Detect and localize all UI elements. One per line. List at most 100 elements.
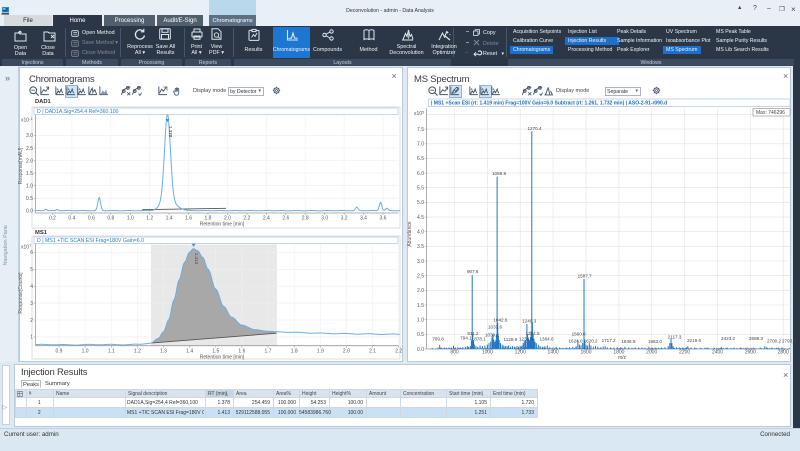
- svg-text:1244.5: 1244.5: [525, 331, 539, 336]
- svg-text:1.0: 1.0: [127, 216, 134, 222]
- svg-text:1624.0: 1624.0: [568, 338, 582, 343]
- svg-text:1200: 1200: [515, 350, 526, 356]
- svg-text:2.6: 2.6: [282, 216, 289, 222]
- svg-text:7.0: 7.0: [417, 142, 424, 148]
- svg-text:2.0: 2.0: [26, 158, 33, 164]
- svg-text:5.0: 5.0: [417, 200, 424, 206]
- svg-text:2200: 2200: [679, 350, 690, 356]
- svg-text:2.8: 2.8: [302, 216, 309, 222]
- svg-text:1.4: 1.4: [186, 349, 193, 355]
- svg-text:1.4: 1.4: [166, 216, 173, 222]
- svg-text:| MS1 +Scan ESI (rt: 1.419 min: | MS1 +Scan ESI (rt: 1.419 min) Frag=100…: [431, 101, 667, 107]
- svg-text:1.2: 1.2: [146, 216, 153, 222]
- svg-text:3.5: 3.5: [417, 244, 424, 250]
- svg-text:2.5: 2.5: [417, 274, 424, 280]
- svg-text:Response[Counts]: Response[Counts]: [18, 272, 24, 314]
- svg-text:1.7: 1.7: [265, 349, 272, 355]
- svg-text:1.413: 1.413: [194, 253, 199, 265]
- svg-text:0.0: 0.0: [26, 209, 33, 215]
- svg-text:2.2: 2.2: [395, 349, 402, 355]
- svg-text:Retention time [min]: Retention time [min]: [200, 355, 245, 361]
- svg-text:3.0: 3.0: [321, 216, 328, 222]
- svg-text:2.4: 2.4: [263, 216, 270, 222]
- svg-text:2793.4: 2793.4: [782, 339, 796, 344]
- svg-text:0.4: 0.4: [68, 216, 75, 222]
- svg-text:3.6: 3.6: [380, 216, 387, 222]
- svg-text:2400: 2400: [712, 350, 723, 356]
- svg-text:3.0: 3.0: [26, 133, 33, 139]
- svg-text:1058.9: 1058.9: [492, 171, 506, 176]
- svg-text:x105: x105: [414, 111, 424, 118]
- svg-text:5.5: 5.5: [417, 186, 424, 192]
- svg-text:4.5: 4.5: [417, 215, 424, 221]
- svg-text:1364.6: 1364.6: [539, 336, 553, 341]
- svg-text:1600: 1600: [580, 350, 591, 356]
- svg-text:4: 4: [30, 284, 33, 290]
- svg-text:Response[mAU]: Response[mAU]: [18, 147, 24, 184]
- svg-text:2600: 2600: [745, 350, 756, 356]
- svg-text:3.4: 3.4: [360, 216, 367, 222]
- svg-text:0.8: 0.8: [107, 216, 114, 222]
- svg-text:2: 2: [30, 318, 33, 324]
- svg-text:1270.4: 1270.4: [527, 126, 541, 131]
- svg-text:D | DAD1A,Sig=254.4 Ref=360.10: D | DAD1A,Sig=254.4 Ref=360.100: [37, 109, 119, 115]
- svg-text:1: 1: [30, 335, 33, 341]
- svg-text:1000: 1000: [482, 350, 493, 356]
- svg-text:800: 800: [450, 350, 459, 356]
- svg-text:3.2: 3.2: [341, 216, 348, 222]
- svg-text:3: 3: [30, 301, 33, 307]
- svg-text:6.5: 6.5: [417, 156, 424, 162]
- svg-text:6: 6: [30, 250, 33, 256]
- svg-text:1.9: 1.9: [317, 349, 324, 355]
- svg-text:0.2: 0.2: [49, 216, 56, 222]
- svg-text:1.5: 1.5: [417, 303, 424, 309]
- svg-text:2423.2: 2423.2: [721, 336, 735, 341]
- svg-text:2.2: 2.2: [243, 216, 250, 222]
- svg-text:0.5: 0.5: [417, 332, 424, 338]
- svg-text:D | MS1 +TIC SCAN ESI Frag=180: D | MS1 +TIC SCAN ESI Frag=180V Gain=6.0: [37, 238, 144, 244]
- svg-text:1.1: 1.1: [108, 349, 115, 355]
- svg-text:1.378: 1.378: [168, 126, 173, 138]
- svg-text:0.6: 0.6: [88, 216, 95, 222]
- svg-text:2.1: 2.1: [369, 349, 376, 355]
- svg-text:794.1: 794.1: [460, 336, 472, 341]
- svg-text:2.0: 2.0: [343, 349, 350, 355]
- svg-text:1560.0: 1560.0: [572, 332, 586, 337]
- svg-text:x10-1: x10-1: [21, 117, 32, 124]
- svg-text:0.0: 0.0: [417, 347, 424, 353]
- svg-text:907.8: 907.8: [467, 269, 479, 274]
- svg-text:2.0: 2.0: [417, 288, 424, 294]
- svg-text:1717.2: 1717.2: [602, 338, 616, 343]
- svg-text:1128.9: 1128.9: [504, 337, 518, 342]
- svg-text:1.3: 1.3: [160, 349, 167, 355]
- svg-text:1.6: 1.6: [185, 216, 192, 222]
- svg-text:0.9: 0.9: [56, 349, 63, 355]
- svg-text:1.2: 1.2: [134, 349, 141, 355]
- svg-text:2219.6: 2219.6: [687, 338, 701, 343]
- svg-text:1.8: 1.8: [291, 349, 298, 355]
- svg-text:709.8: 709.8: [432, 337, 444, 342]
- svg-text:1836.9: 1836.9: [621, 339, 635, 344]
- svg-text:6.0: 6.0: [417, 171, 424, 177]
- svg-text:1234.8: 1234.8: [519, 336, 533, 341]
- svg-text:1.0: 1.0: [417, 318, 424, 324]
- svg-text:911.2: 911.2: [467, 331, 479, 336]
- svg-text:2700.2: 2700.2: [767, 339, 781, 344]
- svg-text:1240.3: 1240.3: [522, 319, 536, 324]
- svg-text:1400: 1400: [548, 350, 559, 356]
- svg-text:3.0: 3.0: [417, 259, 424, 265]
- svg-text:1.0: 1.0: [26, 184, 33, 190]
- svg-text:4.0: 4.0: [417, 230, 424, 236]
- svg-text:2688.3: 2688.3: [749, 336, 763, 341]
- svg-text:1042.6: 1042.6: [493, 318, 507, 323]
- svg-text:5: 5: [30, 267, 33, 273]
- svg-text:1033.6: 1033.6: [488, 325, 502, 330]
- svg-text:1983.0: 1983.0: [648, 339, 662, 344]
- svg-text:Abundance: Abundance: [407, 221, 413, 247]
- svg-text:Retention time [min]: Retention time [min]: [200, 222, 245, 228]
- svg-text:Max: 746296: Max: 746296: [756, 110, 785, 116]
- svg-text:1.0: 1.0: [82, 349, 89, 355]
- svg-text:1587.7: 1587.7: [578, 274, 592, 279]
- svg-text:2117.3: 2117.3: [668, 334, 682, 339]
- svg-text:1.5: 1.5: [26, 171, 33, 177]
